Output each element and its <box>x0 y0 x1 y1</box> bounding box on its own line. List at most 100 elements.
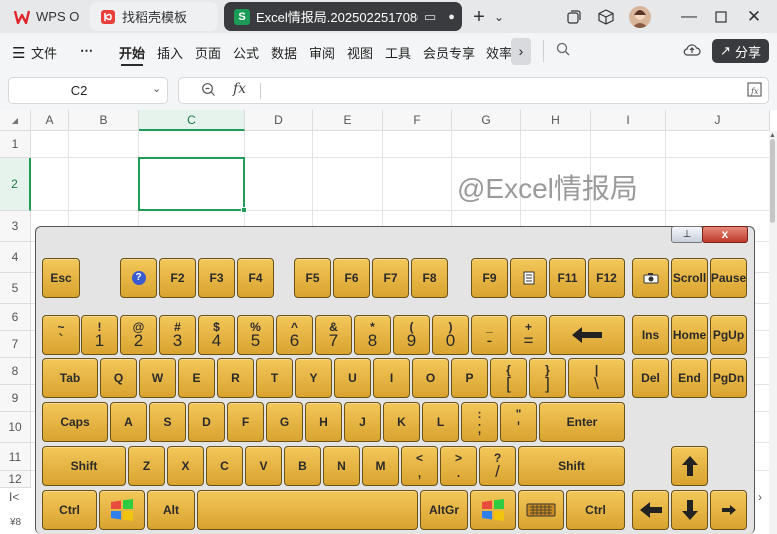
key-s[interactable]: S <box>149 402 186 442</box>
unsaved-dot-icon[interactable]: ● <box>448 11 455 23</box>
menu-home[interactable]: 开始 <box>119 43 145 62</box>
key-4[interactable]: $4 <box>198 315 235 355</box>
key-7[interactable]: & 7 <box>315 315 352 355</box>
key-insert[interactable]: Ins <box>632 315 669 355</box>
key-f4[interactable]: F4 <box>237 258 274 298</box>
key-left-alt[interactable]: Alt <box>147 490 195 530</box>
column-header-selected[interactable]: C <box>139 110 245 131</box>
key-arrow-left[interactable] <box>632 490 669 530</box>
tab-wps-home[interactable]: WPS O <box>4 2 84 31</box>
key-1[interactable]: ! 1 <box>81 315 118 355</box>
menu-file[interactable]: 文件 <box>31 43 57 62</box>
fill-handle[interactable] <box>241 207 247 213</box>
menu-tools[interactable]: 工具 <box>385 43 411 62</box>
key-f11[interactable]: F11 <box>549 258 586 298</box>
menu-formula[interactable]: 公式 <box>233 43 259 62</box>
key-f7[interactable]: F7 <box>372 258 409 298</box>
key-right-shift[interactable]: Shift <box>518 446 625 486</box>
maximize-button[interactable] <box>710 6 732 28</box>
search-icon[interactable] <box>556 42 571 60</box>
key-r[interactable]: R <box>217 358 254 398</box>
column-header[interactable]: J <box>666 110 770 131</box>
menu-page[interactable]: 页面 <box>195 43 221 62</box>
expand-formula-icon[interactable]: fx <box>747 82 762 100</box>
zoom-search-icon[interactable] <box>201 82 216 100</box>
osk-close-button[interactable]: x <box>702 226 748 243</box>
cube-icon[interactable] <box>595 6 617 28</box>
avatar[interactable] <box>629 6 651 28</box>
key-backtick[interactable]: ~ ` <box>42 315 80 355</box>
key-enter[interactable]: Enter <box>539 402 625 442</box>
key-6[interactable]: ^ 6 <box>276 315 313 355</box>
key-w[interactable]: W <box>139 358 176 398</box>
key-period[interactable]: >. <box>440 446 477 486</box>
key-left-bracket[interactable]: {[ <box>490 358 527 398</box>
key-c[interactable]: C <box>206 446 243 486</box>
key-m[interactable]: M <box>362 446 399 486</box>
key-f3[interactable]: F3 <box>198 258 235 298</box>
tab-docer-templates[interactable]: 找稻壳模板 <box>90 2 218 31</box>
key-f5[interactable]: F5 <box>294 258 331 298</box>
key-f2[interactable]: F2 <box>159 258 196 298</box>
key-y[interactable]: Y <box>295 358 332 398</box>
row-header[interactable]: 11 <box>0 443 31 471</box>
column-header[interactable]: H <box>521 110 591 131</box>
tab-list-dropdown[interactable]: ⌄ <box>488 6 510 28</box>
key-8[interactable]: * 8 <box>354 315 391 355</box>
key-f10[interactable] <box>510 258 547 298</box>
key-d[interactable]: D <box>188 402 225 442</box>
key-right-bracket[interactable]: }] <box>529 358 566 398</box>
key-k[interactable]: K <box>383 402 420 442</box>
tab-active-workbook[interactable]: S Excel情报局.20250225170805 ▭ ● <box>224 2 462 31</box>
column-header[interactable]: G <box>452 110 521 131</box>
hamburger-menu-icon[interactable]: ☰ <box>12 44 25 62</box>
key-space[interactable] <box>197 490 418 530</box>
key-i[interactable]: I <box>373 358 410 398</box>
menu-view[interactable]: 视图 <box>347 43 373 62</box>
row-header[interactable]: 5 <box>0 273 31 304</box>
key-backslash[interactable]: | \ <box>568 358 625 398</box>
menu-review[interactable]: 审阅 <box>309 43 335 62</box>
column-header[interactable]: D <box>245 110 313 131</box>
key-f9[interactable]: F9 <box>471 258 508 298</box>
key-home[interactable]: Home <box>671 315 708 355</box>
key-h[interactable]: H <box>305 402 342 442</box>
key-u[interactable]: U <box>334 358 371 398</box>
key-minus[interactable]: _ - <box>471 315 508 355</box>
key-tab[interactable]: Tab <box>42 358 98 398</box>
menu-data[interactable]: 数据 <box>271 43 297 62</box>
key-comma[interactable]: <, <box>401 446 438 486</box>
minimize-button[interactable]: — <box>678 6 700 28</box>
key-a[interactable]: A <box>110 402 147 442</box>
sheet-prev-button[interactable]: I< <box>9 490 19 504</box>
key-9[interactable]: (9 <box>393 315 430 355</box>
key-f12[interactable]: F12 <box>588 258 625 298</box>
key-left-windows[interactable] <box>99 490 145 530</box>
close-window-button[interactable]: ✕ <box>743 6 765 28</box>
row-header-selected[interactable]: 2 <box>0 158 31 211</box>
key-b[interactable]: B <box>284 446 321 486</box>
key-left-shift[interactable]: Shift <box>42 446 126 486</box>
column-header[interactable]: I <box>591 110 666 131</box>
menu-more[interactable]: ⋯ <box>80 43 93 59</box>
row-header[interactable]: 7 <box>0 331 31 358</box>
formula-input-box[interactable]: fx fx <box>178 77 769 104</box>
key-2[interactable]: @2 <box>120 315 157 355</box>
key-delete[interactable]: Del <box>632 358 669 398</box>
column-header[interactable]: A <box>31 110 69 131</box>
row-header[interactable]: 9 <box>0 385 31 412</box>
column-header[interactable]: E <box>313 110 383 131</box>
name-box[interactable]: C2 ⌄ <box>8 77 168 104</box>
pin-button[interactable]: ⊥ <box>671 226 703 243</box>
key-z[interactable]: Z <box>128 446 165 486</box>
selected-cell-c2[interactable] <box>138 157 245 211</box>
key-backspace[interactable] <box>549 315 625 355</box>
row-header[interactable]: 6 <box>0 304 31 331</box>
row-header[interactable]: 4 <box>0 242 31 273</box>
row-header[interactable]: 12 <box>0 471 31 488</box>
key-pgdn[interactable]: PgDn <box>710 358 747 398</box>
key-left-ctrl[interactable]: Ctrl <box>42 490 97 530</box>
window-overlap-icon[interactable] <box>563 6 585 28</box>
menu-scroll-right-button[interactable]: › <box>511 38 531 65</box>
menu-efficiency[interactable]: 效率 <box>486 43 511 62</box>
